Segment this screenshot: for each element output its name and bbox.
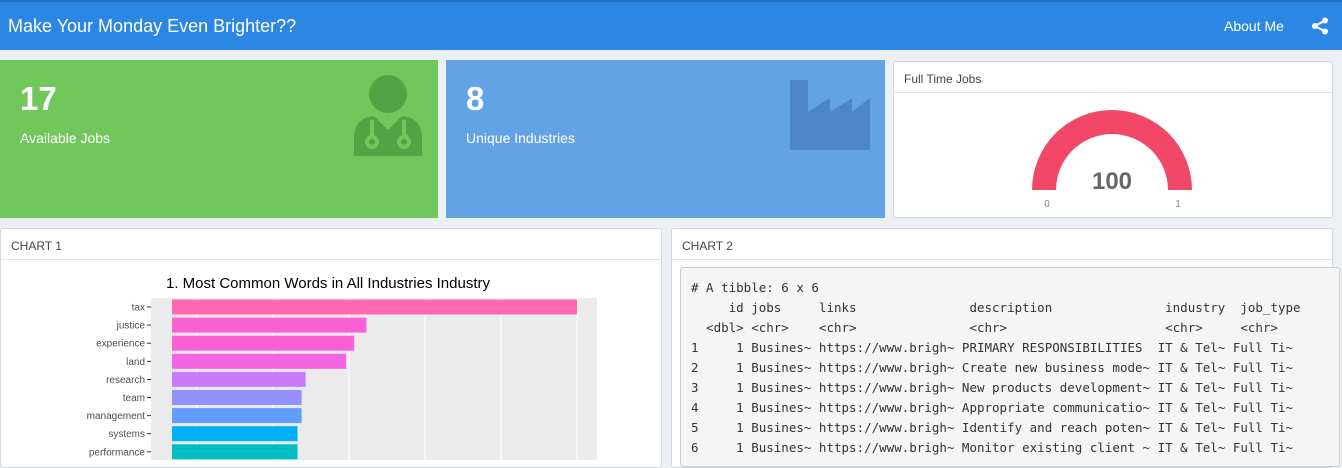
gauge-value: 100	[1092, 168, 1132, 195]
bar-research	[172, 371, 306, 387]
y-tick-label: management	[87, 411, 146, 422]
tibble-output: # A tibble: 6 x 6 id jobs links descript…	[680, 267, 1340, 467]
y-tick-label: justice	[116, 321, 146, 332]
y-tick-label: team	[123, 393, 145, 404]
available-jobs-value: 17	[20, 80, 57, 117]
available-jobs-box: 17 Available Jobs	[0, 60, 438, 218]
about-me-link[interactable]: About Me	[1224, 18, 1284, 34]
full-time-jobs-box: Full Time Jobs 100 0 1	[893, 61, 1333, 218]
word-frequency-chart: 1. Most Common Words in All Industries I…	[87, 275, 597, 460]
available-jobs-label: Available Jobs	[20, 130, 111, 146]
unique-industries-label: Unique Industries	[466, 130, 575, 146]
bar-justice	[172, 317, 367, 333]
share-icon[interactable]	[1311, 17, 1329, 35]
bar-experience	[172, 335, 355, 351]
gauge-max-label: 1	[1175, 199, 1181, 210]
unique-industries-value: 8	[466, 80, 485, 117]
user-doctor-icon	[354, 75, 422, 156]
chart-1-header: CHART 1	[1, 229, 661, 260]
bar-performance	[172, 444, 298, 460]
app-title: Make Your Monday Even Brighter??	[8, 16, 297, 36]
tibble-text: # A tibble: 6 x 6 id jobs links descript…	[691, 280, 1301, 455]
full-time-jobs-title: Full Time Jobs	[894, 62, 1332, 93]
bar-systems	[172, 426, 298, 442]
industry-icon	[790, 80, 870, 150]
y-tick-label: experience	[96, 339, 145, 350]
chart-2-box: CHART 2 # A tibble: 6 x 6 id jobs links …	[671, 228, 1340, 468]
chart-2-header: CHART 2	[672, 229, 1332, 260]
bar-team	[172, 390, 302, 405]
y-tick-label: land	[126, 357, 145, 368]
navbar: Make Your Monday Even Brighter?? About M…	[0, 0, 1342, 50]
chart-title: 1. Most Common Words in All Industries I…	[166, 275, 491, 292]
full-time-gauge: 100 0 1	[1032, 110, 1192, 210]
bar-tax	[172, 299, 577, 315]
bar-land	[172, 353, 347, 369]
bar-management	[172, 408, 302, 424]
y-tick-label: tax	[132, 303, 145, 314]
unique-industries-box: 8 Unique Industries	[446, 60, 885, 218]
chart-1-box: CHART 1 1. Most Common Words in All Indu…	[0, 228, 662, 468]
y-tick-label: systems	[108, 429, 145, 440]
gauge-min-label: 0	[1044, 199, 1050, 210]
y-tick-label: performance	[89, 447, 146, 458]
y-tick-label: research	[106, 375, 145, 386]
